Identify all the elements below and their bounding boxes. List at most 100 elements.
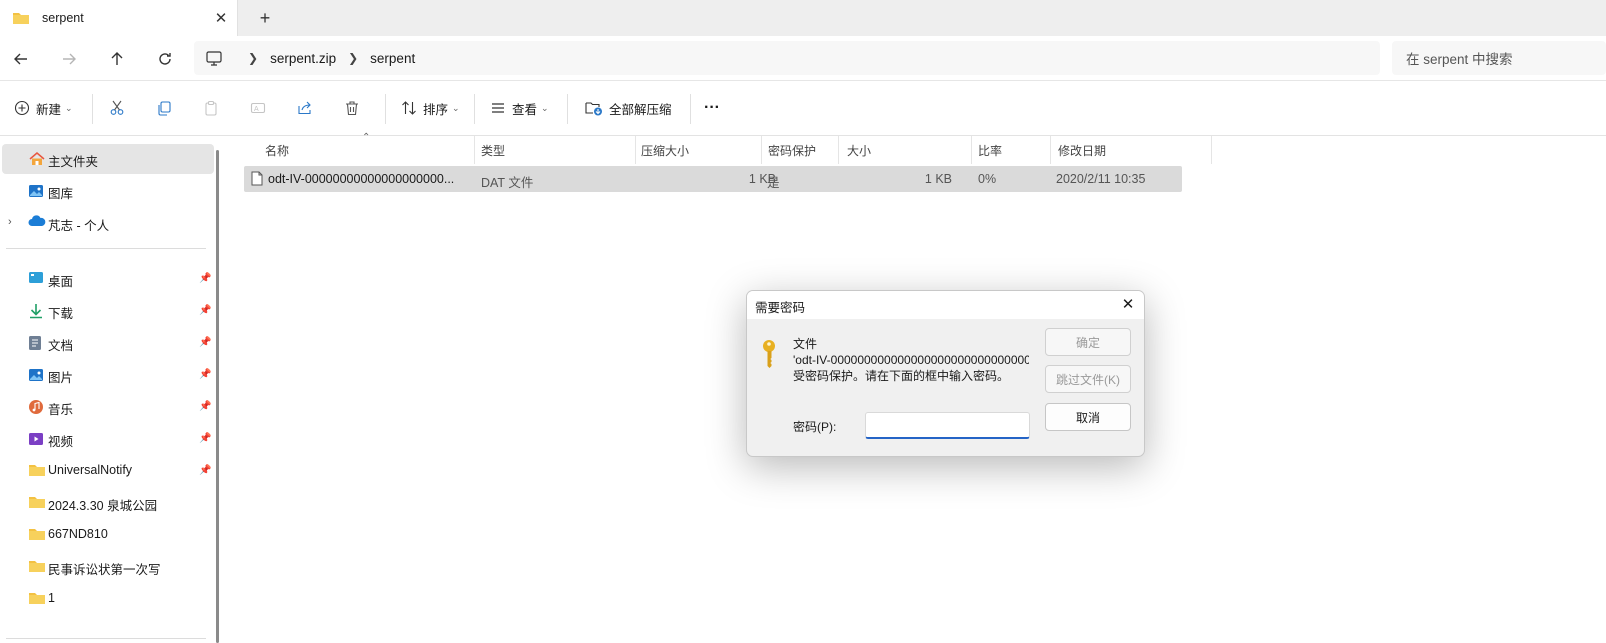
sidebar-item-label: UniversalNotify	[48, 463, 133, 477]
forward-icon[interactable]	[58, 48, 80, 70]
back-icon[interactable]	[10, 48, 32, 70]
rename-button[interactable]: A	[250, 96, 266, 120]
table-row[interactable]: odt-IV-00000000000000000000... DAT 文件 1 …	[244, 166, 1182, 192]
computer-icon[interactable]	[206, 50, 222, 66]
refresh-icon[interactable]	[154, 48, 176, 70]
password-dialog: 需要密码 ✕ 文件 'odt-IV-0000000000000000000000…	[746, 290, 1145, 457]
column-divider[interactable]	[761, 136, 762, 164]
new-button[interactable]: 新建 ⌄	[14, 96, 73, 120]
column-divider[interactable]	[474, 136, 475, 164]
column-divider[interactable]	[635, 136, 636, 164]
chevron-right-icon[interactable]: ›	[8, 216, 12, 228]
more-options-button[interactable]: ···	[704, 96, 720, 120]
column-divider[interactable]	[838, 136, 839, 164]
share-button[interactable]	[297, 96, 313, 120]
column-header-name[interactable]: 名称	[265, 136, 289, 164]
sidebar-item-label: 1	[48, 591, 55, 605]
message-line: 'odt-IV-0000000000000000000000000000000	[793, 353, 1029, 367]
sort-button[interactable]: 排序 ⌄	[401, 96, 460, 120]
paste-button[interactable]	[203, 96, 219, 120]
gallery-icon	[28, 183, 44, 199]
folder-icon	[28, 559, 46, 573]
sidebar-item-documents[interactable]: 文档 📌	[0, 328, 214, 358]
music-icon	[28, 399, 44, 415]
tab-title: serpent	[42, 11, 84, 25]
pin-icon[interactable]: 📌	[199, 369, 211, 380]
pin-icon[interactable]: 📌	[199, 273, 211, 284]
sort-ascending-icon: ⌃	[362, 132, 371, 143]
chevron-down-icon: ⌄	[541, 102, 549, 113]
sidebar-item-folder[interactable]: 667ND810	[0, 520, 214, 550]
sidebar-item-videos[interactable]: 视频 📌	[0, 424, 214, 454]
new-label: 新建	[36, 102, 62, 117]
sidebar-item-onedrive[interactable]: › 芃志 - 个人	[0, 208, 214, 238]
list-view-icon	[490, 100, 506, 116]
scissors-icon	[109, 100, 125, 116]
skip-file-button[interactable]: 跳过文件(K)	[1045, 365, 1131, 393]
password-input[interactable]	[865, 412, 1030, 439]
sidebar-item-label: 桌面	[48, 275, 74, 289]
file-ratio: 0%	[978, 172, 997, 186]
download-icon	[28, 303, 44, 319]
column-header-type[interactable]: 类型	[481, 136, 505, 164]
sidebar-item-gallery[interactable]: 图库	[0, 176, 214, 206]
view-button[interactable]: 查看 ⌄	[490, 96, 549, 120]
sidebar-item-folder[interactable]: 民事诉讼状第一次写	[0, 552, 214, 582]
dialog-message: 文件 'odt-IV-00000000000000000000000000000…	[793, 336, 1029, 384]
sidebar-item-label: 图片	[48, 371, 74, 385]
pin-icon[interactable]: 📌	[199, 337, 211, 348]
cancel-button[interactable]: 取消	[1045, 403, 1131, 431]
copy-button[interactable]	[156, 96, 172, 120]
up-icon[interactable]	[106, 48, 128, 70]
share-icon	[297, 100, 313, 116]
file-type: DAT 文件	[481, 176, 534, 190]
pin-icon[interactable]: 📌	[199, 465, 211, 476]
sidebar-item-music[interactable]: 音乐 📌	[0, 392, 214, 422]
password-label: 密码(P):	[793, 420, 837, 434]
sidebar-item-desktop[interactable]: 桌面 📌	[0, 264, 214, 294]
column-header-size[interactable]: 大小	[847, 136, 871, 164]
sidebar-item-label: 民事诉讼状第一次写	[48, 563, 161, 577]
column-header-password[interactable]: 密码保护	[768, 136, 816, 164]
extract-folder-icon	[585, 100, 603, 116]
folder-icon	[28, 463, 46, 477]
pin-icon[interactable]: 📌	[199, 433, 211, 444]
column-header-compressed-size[interactable]: 压缩大小	[641, 136, 689, 164]
breadcrumb-item-folder[interactable]: serpent	[370, 51, 415, 66]
sidebar-item-downloads[interactable]: 下载 📌	[0, 296, 214, 326]
cut-button[interactable]	[109, 96, 125, 120]
column-divider[interactable]	[971, 136, 972, 164]
pin-icon[interactable]: 📌	[199, 401, 211, 412]
sidebar-item-label: 视频	[48, 435, 74, 449]
pin-icon[interactable]: 📌	[199, 305, 211, 316]
sidebar-item-label: 下载	[48, 307, 74, 321]
search-input[interactable]: 在 serpent 中搜索	[1392, 41, 1606, 75]
paste-icon	[203, 100, 219, 116]
close-icon[interactable]: ✕	[1119, 295, 1137, 313]
rename-icon: A	[250, 100, 266, 116]
breadcrumb-item-zip[interactable]: serpent.zip	[270, 51, 336, 66]
column-header-modified[interactable]: 修改日期	[1058, 136, 1106, 164]
ok-button[interactable]: 确定	[1045, 328, 1131, 356]
sidebar-item-label: 2024.3.30 泉城公园	[48, 499, 158, 513]
new-tab-icon[interactable]: +	[254, 7, 276, 29]
plus-circle-icon	[14, 100, 30, 116]
sidebar-scrollbar[interactable]	[216, 150, 219, 643]
sidebar-item-pictures[interactable]: 图片 📌	[0, 360, 214, 390]
sidebar-item-home[interactable]: 主文件夹	[2, 144, 214, 174]
delete-button[interactable]	[344, 96, 360, 120]
trash-icon	[344, 100, 360, 116]
sidebar-item-folder[interactable]: 2024.3.30 泉城公园	[0, 488, 214, 518]
close-tab-icon[interactable]: ✕	[212, 9, 230, 27]
sidebar-item-label: 667ND810	[48, 527, 108, 541]
breadcrumb[interactable]: ❯ serpent.zip ❯ serpent	[194, 41, 1380, 75]
extract-all-button[interactable]: 全部解压缩	[585, 96, 672, 120]
chevron-down-icon: ⌄	[65, 102, 73, 113]
column-divider[interactable]	[1211, 136, 1212, 164]
divider	[92, 94, 93, 124]
tab-serpent[interactable]: serpent ✕	[0, 0, 238, 36]
sidebar-item-folder[interactable]: 1	[0, 584, 214, 614]
column-header-ratio[interactable]: 比率	[978, 136, 1002, 164]
sidebar-item-folder[interactable]: UniversalNotify 📌	[0, 456, 214, 486]
column-divider[interactable]	[1050, 136, 1051, 164]
